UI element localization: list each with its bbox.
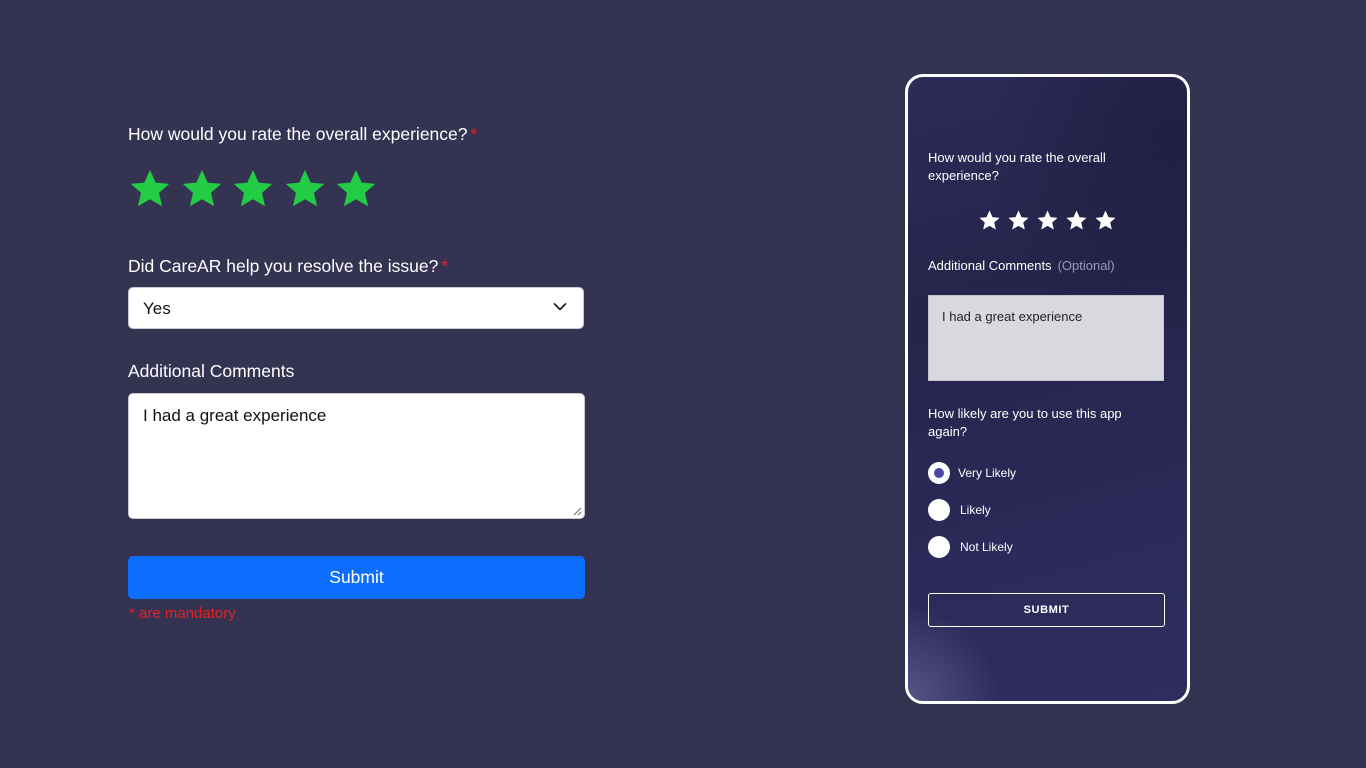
radio-selected-icon [928, 462, 950, 484]
radio-label: Very Likely [958, 466, 1017, 480]
phone-comments-textarea[interactable]: I had a great experience [928, 295, 1164, 381]
comments-label: Additional Comments [128, 361, 295, 381]
optional-hint: (Optional) [1057, 258, 1115, 273]
resolve-select-value: Yes [143, 299, 171, 318]
radio-likely[interactable]: Likely [928, 499, 991, 521]
radio-not-likely[interactable]: Not Likely [928, 536, 1013, 558]
phone-comments-label-text: Additional Comments [928, 258, 1052, 273]
phone-rating-question: How would you rate the overall experienc… [928, 150, 1106, 183]
resize-grip-icon[interactable] [573, 507, 582, 516]
rating-question-text: How would you rate the overall experienc… [128, 124, 468, 144]
submit-label: Submit [329, 567, 384, 587]
phone-star-2-icon[interactable] [1007, 209, 1030, 232]
phone-star-rating [978, 209, 1123, 232]
required-mark: * [441, 256, 449, 276]
radio-label: Not Likely [960, 540, 1013, 554]
phone-star-1-icon[interactable] [978, 209, 1001, 232]
radio-unselected-icon [928, 536, 950, 558]
resolve-question-text: Did CareAR help you resolve the issue? [128, 256, 439, 276]
phone-comments-value: I had a great experience [942, 309, 1083, 324]
radio-unselected-icon [928, 499, 950, 521]
star-rating [128, 167, 386, 211]
phone-comments-label: Additional Comments (Optional) [928, 257, 1115, 275]
resolve-select[interactable]: Yes [128, 287, 584, 329]
phone-mockup: How would you rate the overall experienc… [905, 74, 1190, 704]
comments-value: I had a great experience [143, 406, 327, 425]
phone-likely-question: How likely are you to use this app again… [928, 406, 1122, 439]
star-5-icon[interactable] [334, 167, 378, 211]
required-mark: * [470, 124, 478, 144]
chevron-down-icon [553, 303, 567, 311]
comments-textarea[interactable]: I had a great experience [128, 393, 585, 519]
star-4-icon[interactable] [283, 167, 327, 211]
submit-button[interactable]: Submit [128, 556, 585, 599]
star-3-icon[interactable] [231, 167, 275, 211]
phone-submit-button[interactable]: SUBMIT [928, 593, 1165, 627]
resolve-question: Did CareAR help you resolve the issue? * [128, 256, 448, 277]
radio-very-likely[interactable]: Very Likely [928, 462, 1016, 484]
rating-question: How would you rate the overall experienc… [128, 124, 477, 145]
phone-submit-label: SUBMIT [1023, 604, 1070, 616]
phone-star-3-icon[interactable] [1036, 209, 1059, 232]
mandatory-note: * are mandatory [129, 605, 236, 622]
phone-star-5-icon[interactable] [1094, 209, 1117, 232]
star-2-icon[interactable] [180, 167, 224, 211]
phone-star-4-icon[interactable] [1065, 209, 1088, 232]
star-1-icon[interactable] [128, 167, 172, 211]
radio-label: Likely [960, 503, 991, 517]
